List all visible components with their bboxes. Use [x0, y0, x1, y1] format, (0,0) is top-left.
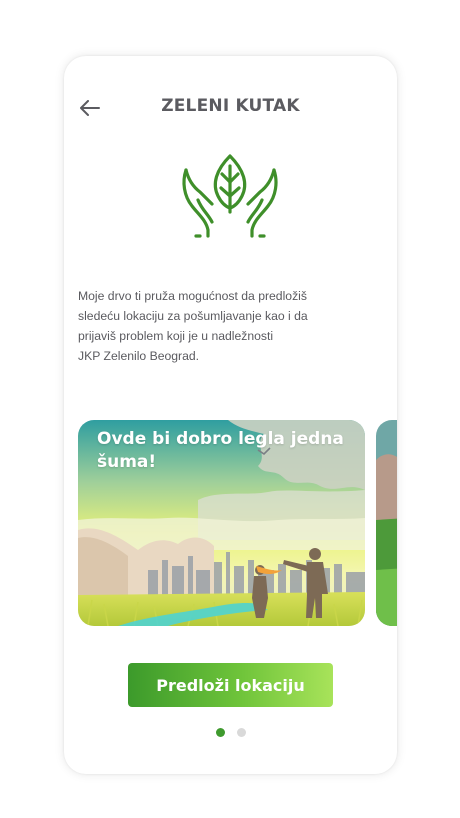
carousel-card[interactable]: [376, 420, 397, 626]
description-line: Moje drvo ti pruža mogućnost da predloži…: [78, 289, 307, 303]
page-title: ZELENI KUTAK: [161, 96, 300, 116]
phone-screen: ZELENI KUTAK Moje drvo ti pruža mogućnos…: [64, 56, 397, 774]
hands-leaf-icon: [182, 154, 278, 238]
carousel-pagination: [64, 728, 397, 737]
description-text: Moje drvo ti pruža mogućnost da predloži…: [78, 286, 363, 366]
carousel-card[interactable]: Ovde bi dobro legla jedna šuma!: [78, 420, 365, 626]
card-illustration: [376, 420, 397, 626]
description-line: sledeću lokaciju za pošumljavanje kao i …: [78, 309, 308, 323]
pagination-dot-active[interactable]: [215, 728, 225, 737]
card-title: Ovde bi dobro legla jedna šuma!: [97, 429, 344, 472]
description-line: JKP Zelenilo Beograd.: [78, 349, 200, 363]
description-line: prijaviš problem koji je u nadležnosti: [78, 329, 274, 343]
pagination-dot[interactable]: [236, 728, 246, 737]
propose-location-button[interactable]: Predloži lokaciju: [128, 663, 333, 707]
